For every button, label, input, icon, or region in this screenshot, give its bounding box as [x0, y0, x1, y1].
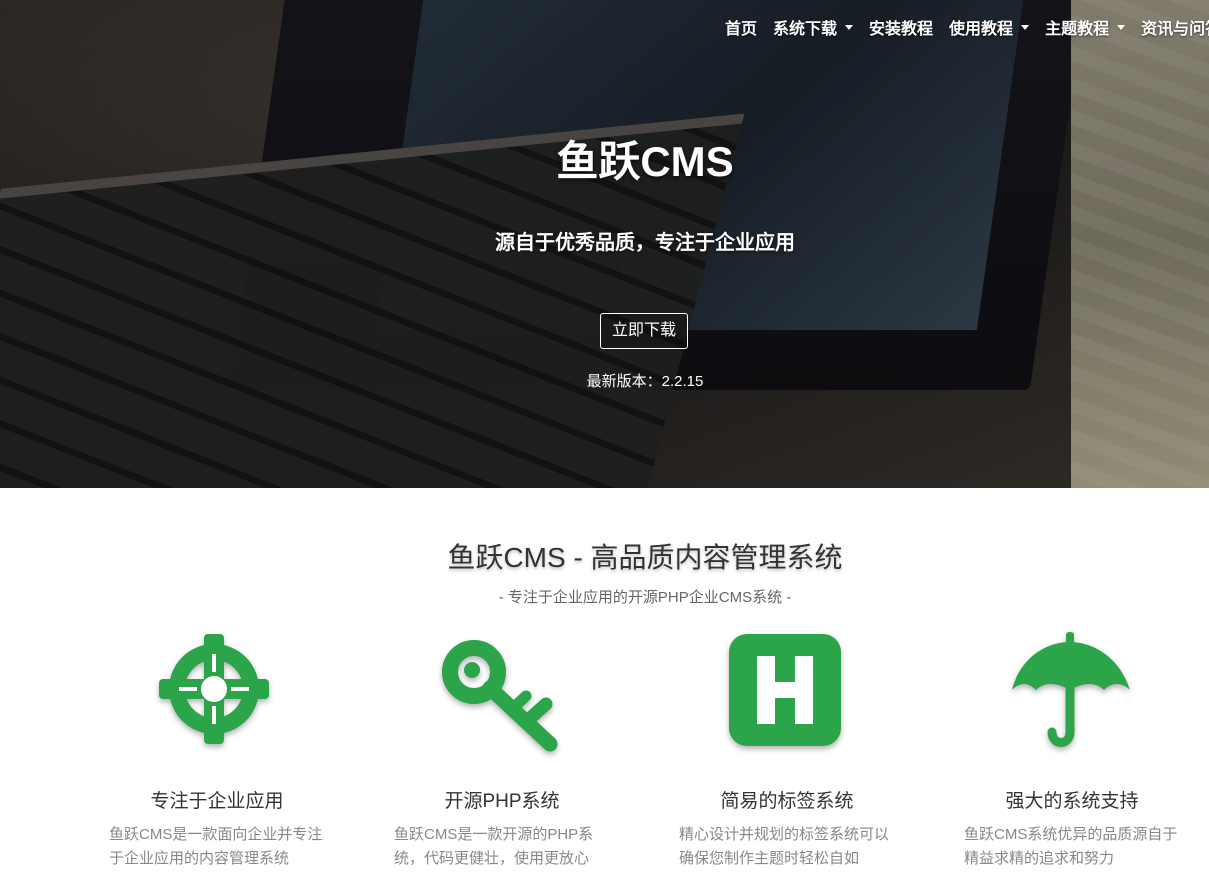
top-nav: 首页 系统下载 安装教程 使用教程 主题教程 资讯与问答	[725, 16, 1209, 38]
hero-title: 鱼跃CMS	[556, 138, 734, 185]
nav-item-usage[interactable]: 使用教程	[949, 16, 1030, 38]
feature-card-tags: 简易的标签系统 精心设计并规划的标签系统可以确保您制作主题时轻松自如	[677, 632, 897, 871]
nav-item-download[interactable]: 系统下载	[773, 16, 854, 38]
feature-title: 简易的标签系统	[720, 791, 854, 812]
feature-card-opensource: 开源PHP系统 鱼跃CMS是一款开源的PHP系统，代码更健壮，使用更放心	[392, 632, 612, 871]
nav-item-home[interactable]: 首页	[725, 16, 757, 38]
nav-item-label: 安装教程	[869, 21, 934, 38]
nav-item-news[interactable]: 资讯与问答	[1141, 16, 1209, 38]
feature-description: 精心设计并规划的标签系统可以确保您制作主题时轻松自如	[679, 826, 890, 867]
h-square-icon	[729, 634, 841, 746]
umbrella-icon	[1012, 632, 1130, 747]
hero-subtitle: 源自于优秀品质，专注于企业应用	[495, 232, 795, 254]
caret-down-icon	[845, 24, 854, 30]
nav-item-label: 主题教程	[1045, 21, 1110, 38]
feature-card-enterprise: 专注于企业应用 鱼跃CMS是一款面向企业并专注于企业应用的内容管理系统	[107, 632, 327, 871]
nav-item-label: 使用教程	[949, 21, 1014, 38]
caret-down-icon	[1117, 24, 1126, 30]
feature-description: 鱼跃CMS是一款面向企业并专注于企业应用的内容管理系统	[109, 826, 323, 867]
key-icon	[442, 640, 558, 752]
download-button[interactable]: 立即下载	[600, 313, 688, 349]
feature-title: 开源PHP系统	[444, 791, 560, 812]
crosshair-icon	[159, 634, 269, 744]
nav-item-install[interactable]: 安装教程	[869, 16, 933, 38]
version-text: 最新版本：2.2.15	[586, 373, 704, 390]
hero-banner: 首页 系统下载 安装教程 使用教程 主题教程 资讯与问答 鱼跃CMS 源自于优秀…	[0, 0, 1209, 488]
nav-item-label: 系统下载	[773, 21, 838, 38]
feature-title: 专注于企业应用	[150, 791, 284, 812]
section-subtitle: - 专注于企业应用的开源PHP企业CMS系统 -	[498, 589, 792, 606]
nav-item-theme[interactable]: 主题教程	[1045, 16, 1126, 38]
feature-description: 鱼跃CMS是一款开源的PHP系统，代码更健壮，使用更放心	[394, 826, 594, 867]
caret-down-icon	[1021, 24, 1030, 30]
feature-description: 鱼跃CMS系统优异的品质源自于精益求精的追求和努力	[964, 826, 1178, 867]
feature-card-support: 强大的系统支持 鱼跃CMS系统优异的品质源自于精益求精的追求和努力	[962, 632, 1182, 871]
section-title: 鱼跃CMS - 高品质内容管理系统	[447, 542, 843, 573]
nav-item-label: 首页	[725, 21, 758, 38]
nav-item-label: 资讯与问答	[1141, 21, 1209, 38]
feature-title: 强大的系统支持	[1005, 791, 1139, 812]
